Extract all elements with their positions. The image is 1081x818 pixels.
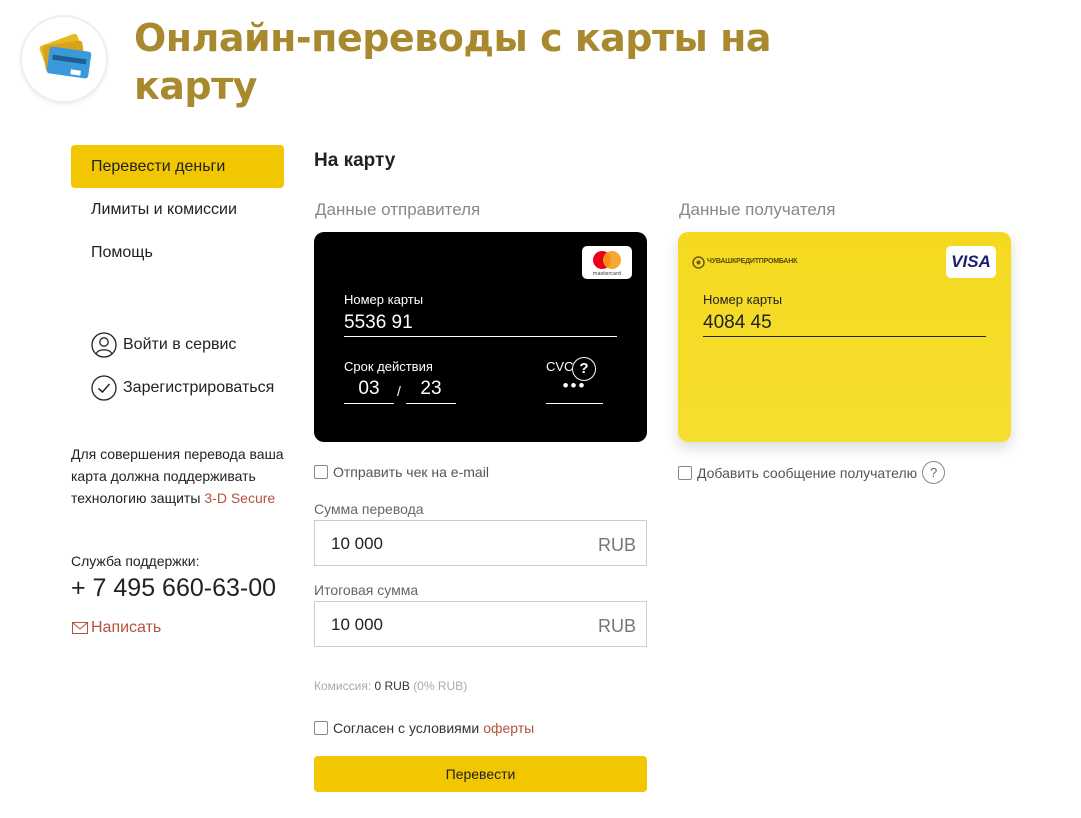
- logo: [22, 17, 106, 101]
- mastercard-logo: mastercard: [582, 246, 632, 279]
- checkbox-box[interactable]: [314, 465, 328, 479]
- register-link[interactable]: Зарегистрироваться: [91, 374, 291, 402]
- write-label: Написать: [91, 619, 162, 636]
- expiry-year-input[interactable]: 23: [406, 378, 456, 400]
- add-message-checkbox[interactable]: Добавить сообщение получателю ?: [678, 461, 946, 484]
- sidebar-item-limits[interactable]: Лимиты и комиссии: [71, 188, 284, 231]
- sidebar-nav: Перевести деньги Лимиты и комиссии Помощ…: [71, 145, 284, 274]
- commission-label: Комиссия:: [314, 679, 372, 693]
- section-title: На карту: [314, 150, 396, 171]
- sender-card-number-underline: [344, 336, 617, 337]
- amount-input[interactable]: 10 000 RUB: [314, 520, 647, 566]
- cvc-help-icon[interactable]: ?: [572, 357, 596, 381]
- expiry-year-underline: [406, 403, 456, 404]
- visa-logo: VISA: [946, 246, 996, 278]
- write-link[interactable]: Написать: [72, 619, 161, 637]
- credit-cards-icon: [39, 33, 92, 79]
- total-value: 10 000: [331, 615, 383, 634]
- receiver-card-number-underline: [703, 336, 986, 337]
- commission-percent: (0% RUB): [413, 679, 468, 693]
- receiver-card-number-label: Номер карты: [703, 292, 783, 307]
- agree-label: Согласен с условиями: [333, 720, 480, 736]
- offer-link[interactable]: оферты: [483, 720, 534, 736]
- sender-card: mastercard Номер карты 5536 91 Срок дейс…: [314, 232, 647, 442]
- expiry-month-input[interactable]: 03: [344, 378, 394, 400]
- add-message-label: Добавить сообщение получателю: [697, 464, 918, 481]
- receiver-card-number-input[interactable]: 4084 45: [703, 312, 772, 334]
- agree-checkbox[interactable]: Согласен с условиями оферты: [314, 720, 534, 736]
- checkbox-box[interactable]: [314, 721, 328, 735]
- support-label: Служба поддержки:: [71, 553, 200, 569]
- mail-icon: [72, 622, 88, 634]
- receiver-column-label: Данные получателя: [679, 200, 836, 219]
- checkbox-box[interactable]: [678, 465, 692, 480]
- login-label: Войти в сервис: [123, 336, 237, 353]
- commission-value: 0 RUB: [374, 679, 410, 693]
- amount-value: 10 000: [331, 534, 383, 553]
- transfer-button[interactable]: Перевести: [314, 756, 647, 792]
- support-phone[interactable]: + 7 495 660-63-00: [71, 574, 276, 603]
- login-link[interactable]: Войти в сервис: [91, 331, 291, 359]
- 3d-secure-link[interactable]: 3-D Secure: [204, 490, 275, 506]
- sender-card-number-label: Номер карты: [344, 292, 424, 307]
- expiry-separator: /: [397, 383, 401, 399]
- email-receipt-checkbox[interactable]: Отправить чек на e-mail: [314, 464, 489, 480]
- page-title: Онлайн-переводы с карты на карту: [134, 16, 772, 108]
- cvc-label: CVC: [546, 359, 574, 374]
- sender-column-label: Данные отправителя: [315, 200, 481, 219]
- message-help-icon[interactable]: ?: [922, 461, 946, 484]
- bank-logo-icon: [692, 256, 705, 269]
- email-receipt-label: Отправить чек на e-mail: [333, 464, 489, 480]
- total-field: 10 000 RUB: [314, 601, 647, 647]
- expiry-label: Срок действия: [344, 359, 433, 374]
- security-note: Для совершения перевода ваша карта должн…: [71, 443, 286, 509]
- mastercard-icon: mastercard: [593, 251, 621, 277]
- amount-currency: RUB: [597, 535, 636, 555]
- cvc-input[interactable]: •••: [546, 376, 603, 396]
- check-circle-icon: [91, 375, 117, 401]
- total-currency: RUB: [597, 616, 636, 636]
- register-label: Зарегистрироваться: [123, 379, 275, 396]
- sidebar-item-help[interactable]: Помощь: [71, 231, 284, 274]
- bank-name: ЧУВАШКРЕДИТПРОМБАНК: [707, 258, 798, 265]
- amount-label: Сумма перевода: [314, 501, 424, 517]
- cvc-underline: [546, 403, 603, 404]
- commission-info: Комиссия: 0 RUB (0% RUB): [314, 679, 467, 693]
- expiry-month-underline: [344, 403, 394, 404]
- sidebar-item-transfer[interactable]: Перевести деньги: [71, 145, 284, 188]
- receiver-card: ЧУВАШКРЕДИТПРОМБАНК VISA Номер карты 408…: [678, 232, 1011, 442]
- user-icon: [91, 332, 117, 358]
- total-label: Итоговая сумма: [314, 582, 419, 598]
- sender-card-number-input[interactable]: 5536 91: [344, 312, 413, 334]
- svg-text:mastercard: mastercard: [593, 271, 621, 277]
